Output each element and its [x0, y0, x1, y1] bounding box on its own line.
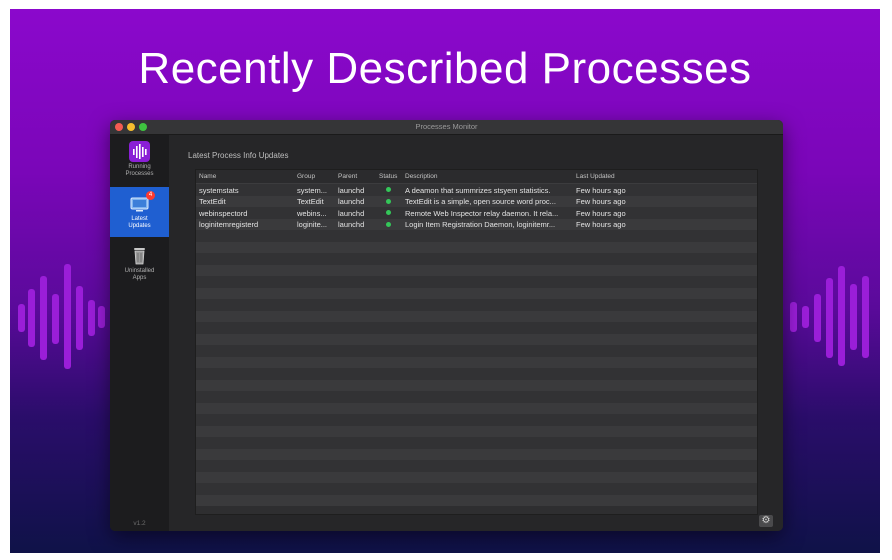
- empty-table-row: [196, 310, 757, 322]
- empty-table-row: [196, 356, 757, 368]
- cell-last-updated: Few hours ago: [576, 220, 626, 229]
- left-waveform-decoration: [16, 264, 106, 374]
- table-row[interactable]: TextEdit TextEdit launchd TextEdit is a sim…: [196, 195, 757, 207]
- column-header-name[interactable]: Name: [199, 173, 216, 180]
- sidebar-item-label: Uninstalled Apps: [124, 268, 155, 281]
- sidebar: Running Processes 4 Latest Updates Unins…: [110, 135, 169, 531]
- empty-table-row: [196, 448, 757, 460]
- status-running-indicator: [386, 187, 391, 192]
- empty-table-row: [196, 368, 757, 380]
- page-title: Latest Process Info Updates: [188, 151, 289, 160]
- empty-table-row: [196, 253, 757, 265]
- column-header-parent[interactable]: Parent: [338, 173, 357, 180]
- cell-parent: launchd: [338, 185, 365, 195]
- sidebar-item-latest-updates[interactable]: 4 Latest Updates: [110, 187, 169, 237]
- empty-table-row: [196, 414, 757, 426]
- status-running-indicator: [386, 221, 391, 227]
- window-title: Processes Monitor: [415, 122, 478, 131]
- empty-table-row: [196, 264, 757, 276]
- cell-last-updated: Few hours ago: [576, 185, 626, 195]
- cell-name: webinspectord: [199, 208, 248, 218]
- empty-table-row: [196, 345, 757, 357]
- cell-group: system...: [297, 185, 328, 195]
- headline: Recently Described Processes: [138, 44, 752, 93]
- column-header-group[interactable]: Group: [297, 173, 315, 180]
- cell-parent: launchd: [338, 208, 365, 218]
- cell-group: loginite...: [297, 220, 328, 229]
- table-body: systemstats system... launchd A deamon that…: [196, 184, 757, 514]
- version-label: v1.2: [133, 520, 146, 527]
- promo-background: Recently Described Processes Processes M…: [10, 9, 880, 553]
- empty-table-row: [196, 402, 757, 414]
- table-row[interactable]: systemstats system... launchd A deamon that…: [196, 184, 757, 196]
- gear-icon: ⚙: [761, 515, 771, 526]
- empty-table-row: [196, 333, 757, 345]
- cell-description: Login Item Registration Daemon, loginite…: [405, 220, 556, 229]
- cell-description: Remote Web Inspector relay daemon. It re…: [405, 208, 559, 218]
- updates-count-badge: 4: [146, 191, 155, 200]
- cell-description: A deamon that summrizes stsyem statistic…: [405, 185, 551, 195]
- cell-name: loginitemregisterd: [199, 220, 259, 229]
- right-waveform-decoration: [786, 264, 880, 374]
- sidebar-item-running-processes[interactable]: Running Processes: [110, 135, 169, 185]
- cell-parent: launchd: [338, 220, 365, 229]
- app-window: Processes Monitor Running Processes 4 La…: [110, 120, 783, 531]
- sidebar-item-label: Running Processes: [125, 164, 154, 177]
- table-header: Name Group Parent Status Description Las…: [196, 170, 757, 184]
- status-running-indicator: [386, 198, 391, 204]
- cell-description: TextEdit is a simple, open source word p…: [405, 197, 556, 206]
- empty-table-row: [196, 230, 757, 242]
- empty-table-row: [196, 391, 757, 403]
- cell-group: webins...: [297, 208, 327, 218]
- empty-table-row: [196, 483, 757, 495]
- sidebar-item-label: Latest Updates: [128, 216, 151, 229]
- empty-table-row: [196, 494, 757, 506]
- column-header-description[interactable]: Description: [405, 173, 438, 180]
- empty-table-row: [196, 437, 757, 449]
- status-running-indicator: [386, 210, 391, 215]
- cell-parent: launchd: [338, 197, 365, 206]
- empty-table-row: [196, 471, 757, 483]
- empty-table-row: [196, 276, 757, 288]
- title-bar[interactable]: Processes Monitor: [110, 120, 783, 135]
- trash-icon: [129, 245, 150, 266]
- empty-table-row: [196, 425, 757, 437]
- column-header-status[interactable]: Status: [379, 173, 397, 180]
- cell-group: TextEdit: [297, 197, 324, 206]
- process-table: Name Group Parent Status Description Las…: [195, 169, 758, 515]
- empty-table-row: [196, 379, 757, 391]
- table-row[interactable]: loginitemregisterd loginite... launchd Logi…: [196, 218, 757, 230]
- settings-button[interactable]: ⚙: [759, 515, 773, 527]
- empty-table-row: [196, 241, 757, 253]
- column-header-last-updated[interactable]: Last Updated: [576, 173, 615, 180]
- table-row[interactable]: webinspectord webins... launchd Remote Web …: [196, 207, 757, 219]
- sidebar-item-uninstalled-apps[interactable]: Uninstalled Apps: [110, 239, 169, 289]
- empty-table-row: [196, 299, 757, 311]
- empty-table-row: [196, 287, 757, 299]
- empty-table-row: [196, 322, 757, 334]
- waveform-icon: [129, 141, 150, 162]
- main-content: Latest Process Info Updates Name Group P…: [169, 135, 783, 531]
- cell-name: TextEdit: [199, 197, 226, 206]
- cell-last-updated: Few hours ago: [576, 197, 626, 206]
- cell-name: systemstats: [199, 185, 239, 195]
- empty-table-row: [196, 460, 757, 472]
- cell-last-updated: Few hours ago: [576, 208, 626, 218]
